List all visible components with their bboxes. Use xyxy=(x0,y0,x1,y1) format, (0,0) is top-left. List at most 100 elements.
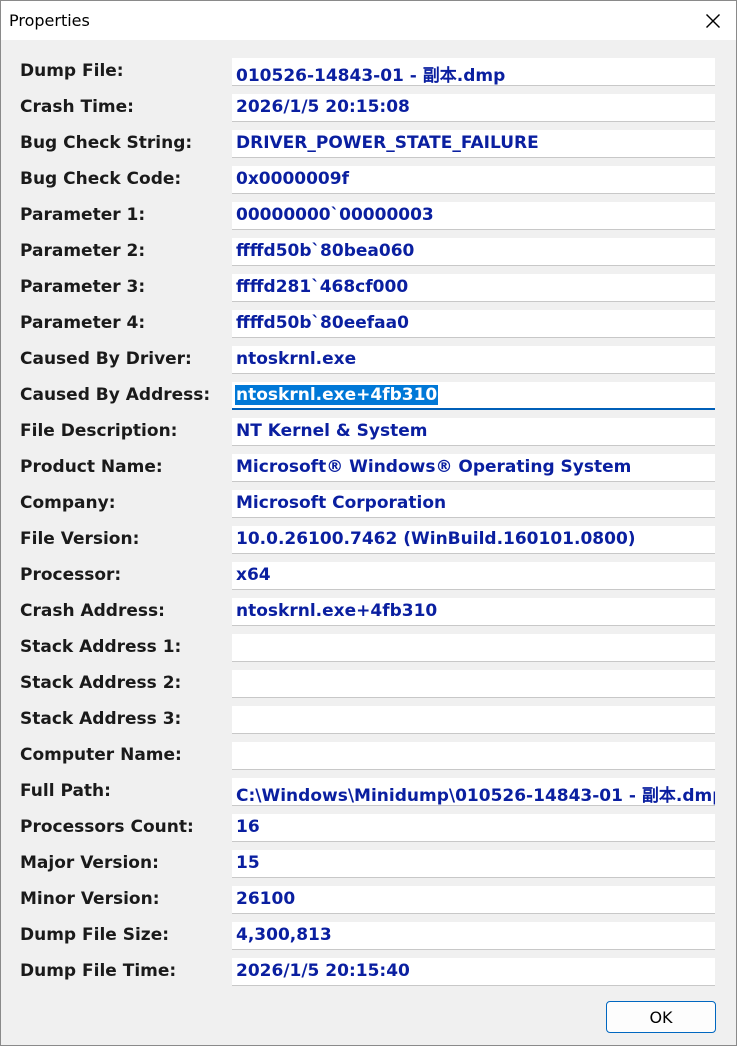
property-value: x64 xyxy=(236,565,271,585)
property-value-field[interactable]: 010526-14843-01 - 副本.dmp xyxy=(232,58,715,86)
property-value: Microsoft® Windows® Operating System xyxy=(236,457,632,477)
property-row: Minor Version: 26100 xyxy=(1,885,736,921)
property-label: Computer Name: xyxy=(20,745,182,765)
property-label: Dump File: xyxy=(20,61,124,81)
property-label: Crash Time: xyxy=(20,97,134,117)
property-value: NT Kernel & System xyxy=(236,421,428,441)
property-value-field[interactable]: ntoskrnl.exe+4fb310 xyxy=(232,382,715,410)
property-value: 10.0.26100.7462 (WinBuild.160101.0800) xyxy=(236,529,636,549)
property-row: Dump File: 010526-14843-01 - 副本.dmp xyxy=(1,57,736,93)
ok-button-label: OK xyxy=(649,1007,673,1027)
property-label: Full Path: xyxy=(20,781,111,801)
property-value-field[interactable]: 16 xyxy=(232,814,715,842)
property-label: Parameter 4: xyxy=(20,313,146,333)
property-row: File Description: NT Kernel & System xyxy=(1,417,736,453)
property-row: Bug Check String: DRIVER_POWER_STATE_FAIL… xyxy=(1,129,736,165)
property-value-field[interactable]: 0x0000009f xyxy=(232,166,715,194)
property-value-field[interactable]: 26100 xyxy=(232,886,715,914)
property-value: ntoskrnl.exe+4fb310 xyxy=(235,385,439,405)
property-value-field[interactable]: 15 xyxy=(232,850,715,878)
property-value-field[interactable]: ffffd281`468cf000 xyxy=(232,274,715,302)
property-value-field[interactable]: DRIVER_POWER_STATE_FAILURE xyxy=(232,130,715,158)
property-value-field[interactable]: 2026/1/5 20:15:08 xyxy=(232,94,715,122)
property-value: ffffd50b`80bea060 xyxy=(236,241,415,261)
property-row: Product Name: Microsoft® Windows® Operati… xyxy=(1,453,736,489)
property-value: 00000000`00000003 xyxy=(236,205,434,225)
property-value-field[interactable]: Microsoft® Windows® Operating System xyxy=(232,454,715,482)
property-row: Major Version: 15 xyxy=(1,849,736,885)
property-label: Bug Check String: xyxy=(20,133,193,153)
property-row: Full Path: C:\Windows\Minidump\010526-148… xyxy=(1,777,736,813)
property-label: Dump File Size: xyxy=(20,925,170,945)
property-row: Parameter 4: ffffd50b`80eefaa0 xyxy=(1,309,736,345)
property-label: Major Version: xyxy=(20,853,159,873)
property-value-field[interactable]: 2026/1/5 20:15:40 xyxy=(232,958,715,986)
property-value: ffffd281`468cf000 xyxy=(236,277,409,297)
property-label: Caused By Address: xyxy=(20,385,211,405)
property-label: Dump File Time: xyxy=(20,961,177,981)
property-value: ntoskrnl.exe+4fb310 xyxy=(236,601,438,621)
property-row: Dump File Size: 4,300,813 xyxy=(1,921,736,957)
property-row: Processor: x64 xyxy=(1,561,736,597)
property-value-field[interactable]: 10.0.26100.7462 (WinBuild.160101.0800) xyxy=(232,526,715,554)
property-label: Caused By Driver: xyxy=(20,349,192,369)
property-value-field[interactable]: ffffd50b`80eefaa0 xyxy=(232,310,715,338)
close-icon xyxy=(706,13,720,28)
property-value: 2026/1/5 20:15:40 xyxy=(236,961,410,981)
property-value: 26100 xyxy=(236,889,296,909)
property-label: Stack Address 2: xyxy=(20,673,182,693)
property-row: Dump File Time: 2026/1/5 20:15:40 xyxy=(1,957,736,993)
property-row: Processors Count: 16 xyxy=(1,813,736,849)
property-value-field[interactable]: ffffd50b`80bea060 xyxy=(232,238,715,266)
property-value: Microsoft Corporation xyxy=(236,493,447,513)
property-value-field[interactable]: C:\Windows\Minidump\010526-14843-01 - 副本… xyxy=(232,778,715,806)
property-row: Parameter 1: 00000000`00000003 xyxy=(1,201,736,237)
property-label: Minor Version: xyxy=(20,889,160,909)
properties-dialog: Properties Dump File: 010526-14843-01 - 副… xyxy=(0,0,737,1046)
property-label: Stack Address 1: xyxy=(20,637,182,657)
property-value: 4,300,813 xyxy=(236,925,332,945)
property-row: Parameter 2: ffffd50b`80bea060 xyxy=(1,237,736,273)
ok-button[interactable]: OK xyxy=(606,1001,716,1033)
property-value-field[interactable]: ntoskrnl.exe xyxy=(232,346,715,374)
property-label: Parameter 1: xyxy=(20,205,146,225)
property-value-field[interactable]: ntoskrnl.exe+4fb310 xyxy=(232,598,715,626)
property-row: Parameter 3: ffffd281`468cf000 xyxy=(1,273,736,309)
close-button[interactable] xyxy=(690,1,736,40)
dialog-title: Properties xyxy=(9,11,90,30)
property-label: Processors Count: xyxy=(20,817,194,837)
property-value-field[interactable]: NT Kernel & System xyxy=(232,418,715,446)
property-row: Caused By Driver: ntoskrnl.exe xyxy=(1,345,736,381)
property-row: Stack Address 2: xyxy=(1,669,736,705)
property-value: 010526-14843-01 - 副本.dmp xyxy=(236,66,506,86)
title-bar: Properties xyxy=(1,1,736,40)
property-label: Bug Check Code: xyxy=(20,169,182,189)
properties-list: Dump File: 010526-14843-01 - 副本.dmp Crash … xyxy=(1,57,736,993)
property-row: Company: Microsoft Corporation xyxy=(1,489,736,525)
property-value-field[interactable]: Microsoft Corporation xyxy=(232,490,715,518)
property-value-field[interactable]: 00000000`00000003 xyxy=(232,202,715,230)
property-value-field[interactable] xyxy=(232,706,715,734)
property-row: File Version: 10.0.26100.7462 (WinBuild.1… xyxy=(1,525,736,561)
property-label: File Version: xyxy=(20,529,140,549)
property-value-field[interactable]: x64 xyxy=(232,562,715,590)
property-value: 2026/1/5 20:15:08 xyxy=(236,97,410,117)
property-value: 16 xyxy=(236,817,260,837)
property-value: DRIVER_POWER_STATE_FAILURE xyxy=(236,133,539,153)
property-row: Stack Address 1: xyxy=(1,633,736,669)
property-row: Crash Time: 2026/1/5 20:15:08 xyxy=(1,93,736,129)
property-value-field[interactable] xyxy=(232,634,715,662)
property-value-field[interactable] xyxy=(232,670,715,698)
property-value: 15 xyxy=(236,853,260,873)
property-label: Company: xyxy=(20,493,116,513)
property-label: Parameter 3: xyxy=(20,277,146,297)
property-label: Crash Address: xyxy=(20,601,165,621)
property-label: File Description: xyxy=(20,421,178,441)
property-label: Processor: xyxy=(20,565,122,585)
property-row: Caused By Address: ntoskrnl.exe+4fb310 xyxy=(1,381,736,417)
property-value-field[interactable]: 4,300,813 xyxy=(232,922,715,950)
property-label: Stack Address 3: xyxy=(20,709,182,729)
property-value: ntoskrnl.exe xyxy=(236,349,357,369)
property-label: Parameter 2: xyxy=(20,241,146,261)
property-value-field[interactable] xyxy=(232,742,715,770)
